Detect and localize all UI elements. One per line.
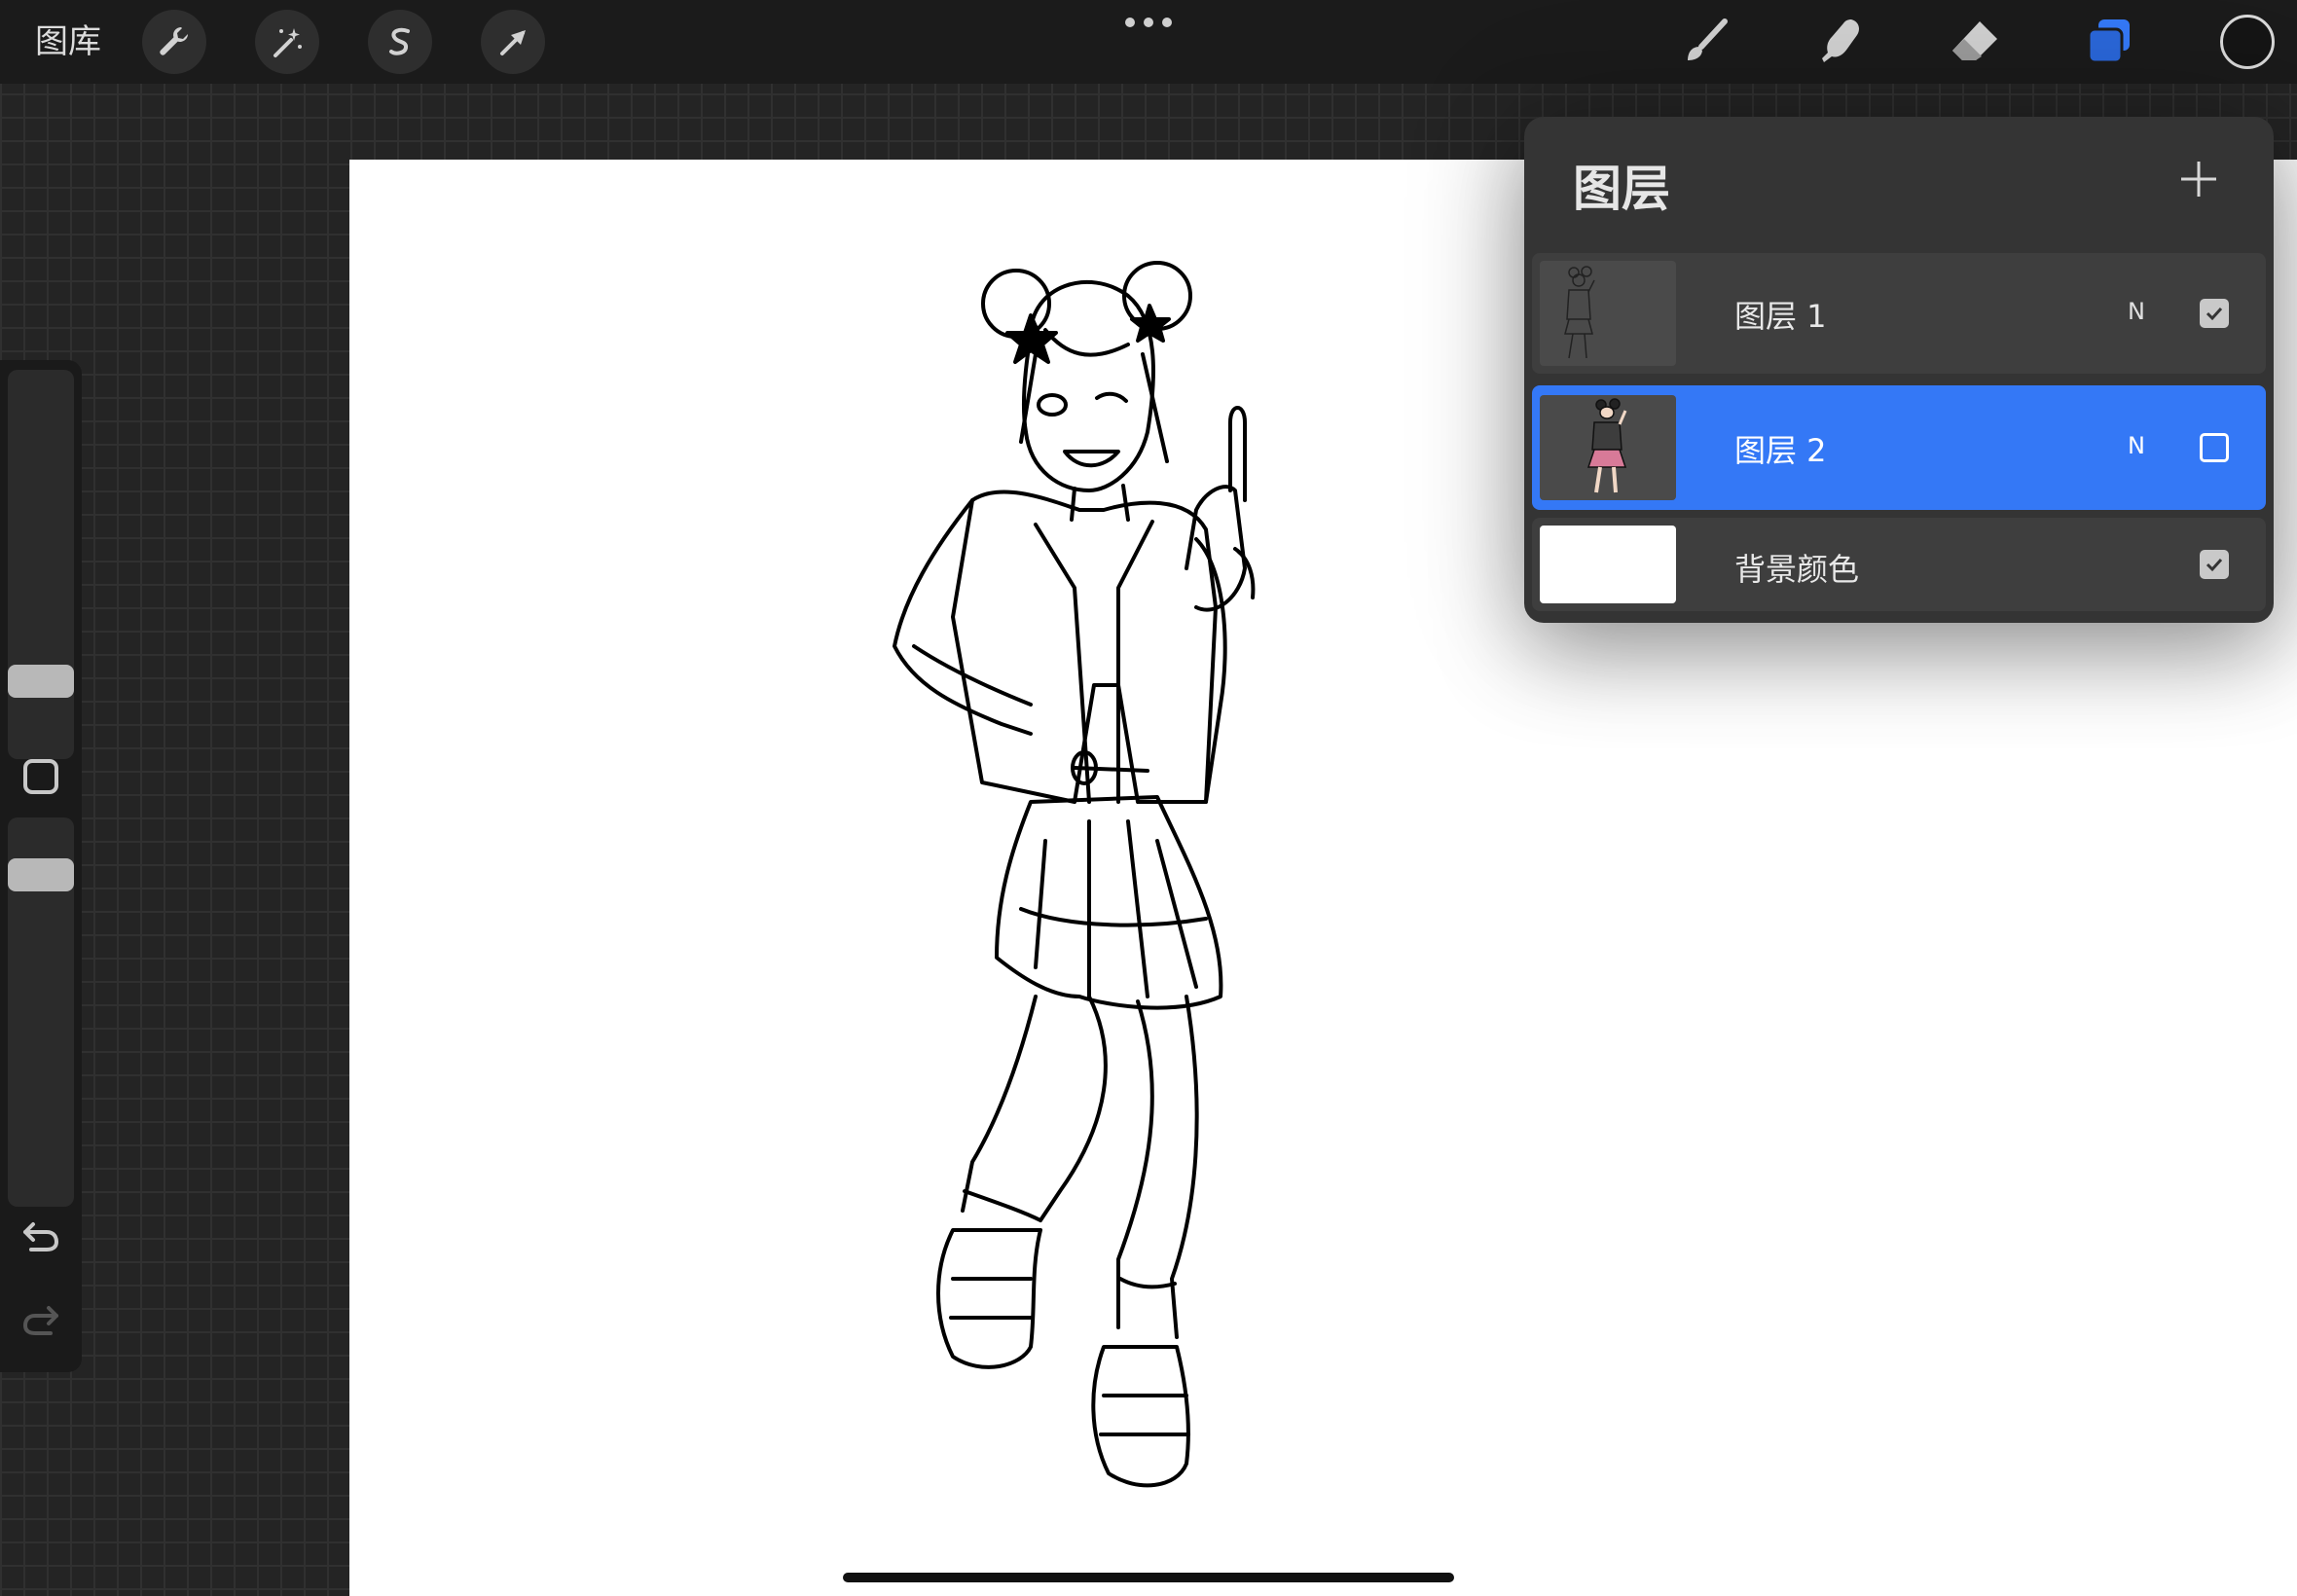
wrench-icon — [160, 27, 188, 55]
undo-icon[interactable] — [19, 1216, 62, 1255]
plus-icon[interactable] — [2179, 160, 2218, 199]
layer-1-blend-mode[interactable]: N — [2128, 298, 2145, 325]
checkmark-icon — [2206, 558, 2223, 572]
layers-panel-title: 图层 — [1573, 161, 1670, 217]
brush-size-slider[interactable] — [8, 370, 74, 759]
layer-row-1[interactable]: 图层 1 N — [1532, 253, 2266, 374]
layer-2-blend-mode[interactable]: N — [2128, 432, 2145, 459]
background-color-thumbnail — [1540, 526, 1676, 603]
arrow-cursor-icon — [500, 30, 526, 55]
layer-1-name: 图层 1 — [1734, 298, 1827, 335]
eraser-icon — [1952, 21, 1997, 60]
top-toolbar: 图库 — [0, 0, 2297, 84]
layers-icon — [2087, 19, 2130, 64]
layers-panel: 图层 图层 1 N 图层 2 N 背景颜色 — [1524, 117, 2274, 623]
smudge-finger-icon — [1822, 19, 1859, 62]
layers-tool-button[interactable] — [2079, 12, 2139, 72]
home-indicator[interactable] — [843, 1573, 1454, 1582]
color-picker-button[interactable] — [2220, 15, 2275, 69]
brush-tool-button[interactable] — [1676, 12, 1736, 72]
background-visibility-checkbox[interactable] — [2200, 550, 2229, 579]
checkmark-icon — [2206, 307, 2223, 321]
smudge-tool-button[interactable] — [1810, 12, 1871, 72]
layer-row-2[interactable]: 图层 2 N — [1532, 385, 2266, 510]
adjustments-button[interactable] — [255, 10, 319, 74]
layer-2-name: 图层 2 — [1734, 432, 1827, 469]
brush-icon — [1688, 18, 1728, 60]
layer-row-background[interactable]: 背景颜色 — [1532, 518, 2266, 611]
background-layer-name: 背景颜色 — [1734, 551, 1860, 588]
opacity-slider-knob[interactable] — [8, 858, 74, 891]
transform-button[interactable] — [481, 10, 545, 74]
gallery-button[interactable]: 图库 — [35, 19, 101, 64]
actions-button[interactable] — [142, 10, 206, 74]
redo-icon[interactable] — [19, 1300, 62, 1339]
layer-2-visibility-checkbox[interactable] — [2200, 433, 2229, 462]
left-sidebar — [0, 360, 82, 1372]
selection-button[interactable] — [368, 10, 432, 74]
brush-size-slider-knob[interactable] — [8, 665, 74, 698]
layer-1-visibility-checkbox[interactable] — [2200, 299, 2229, 328]
square-modify-icon[interactable] — [23, 759, 58, 794]
layer-1-thumbnail — [1540, 261, 1676, 366]
selection-s-icon — [389, 27, 410, 55]
magic-wand-icon — [273, 28, 302, 57]
eraser-tool-button[interactable] — [1945, 12, 2005, 72]
more-dots-icon[interactable] — [1125, 18, 1172, 31]
layer-2-thumbnail — [1540, 395, 1676, 500]
